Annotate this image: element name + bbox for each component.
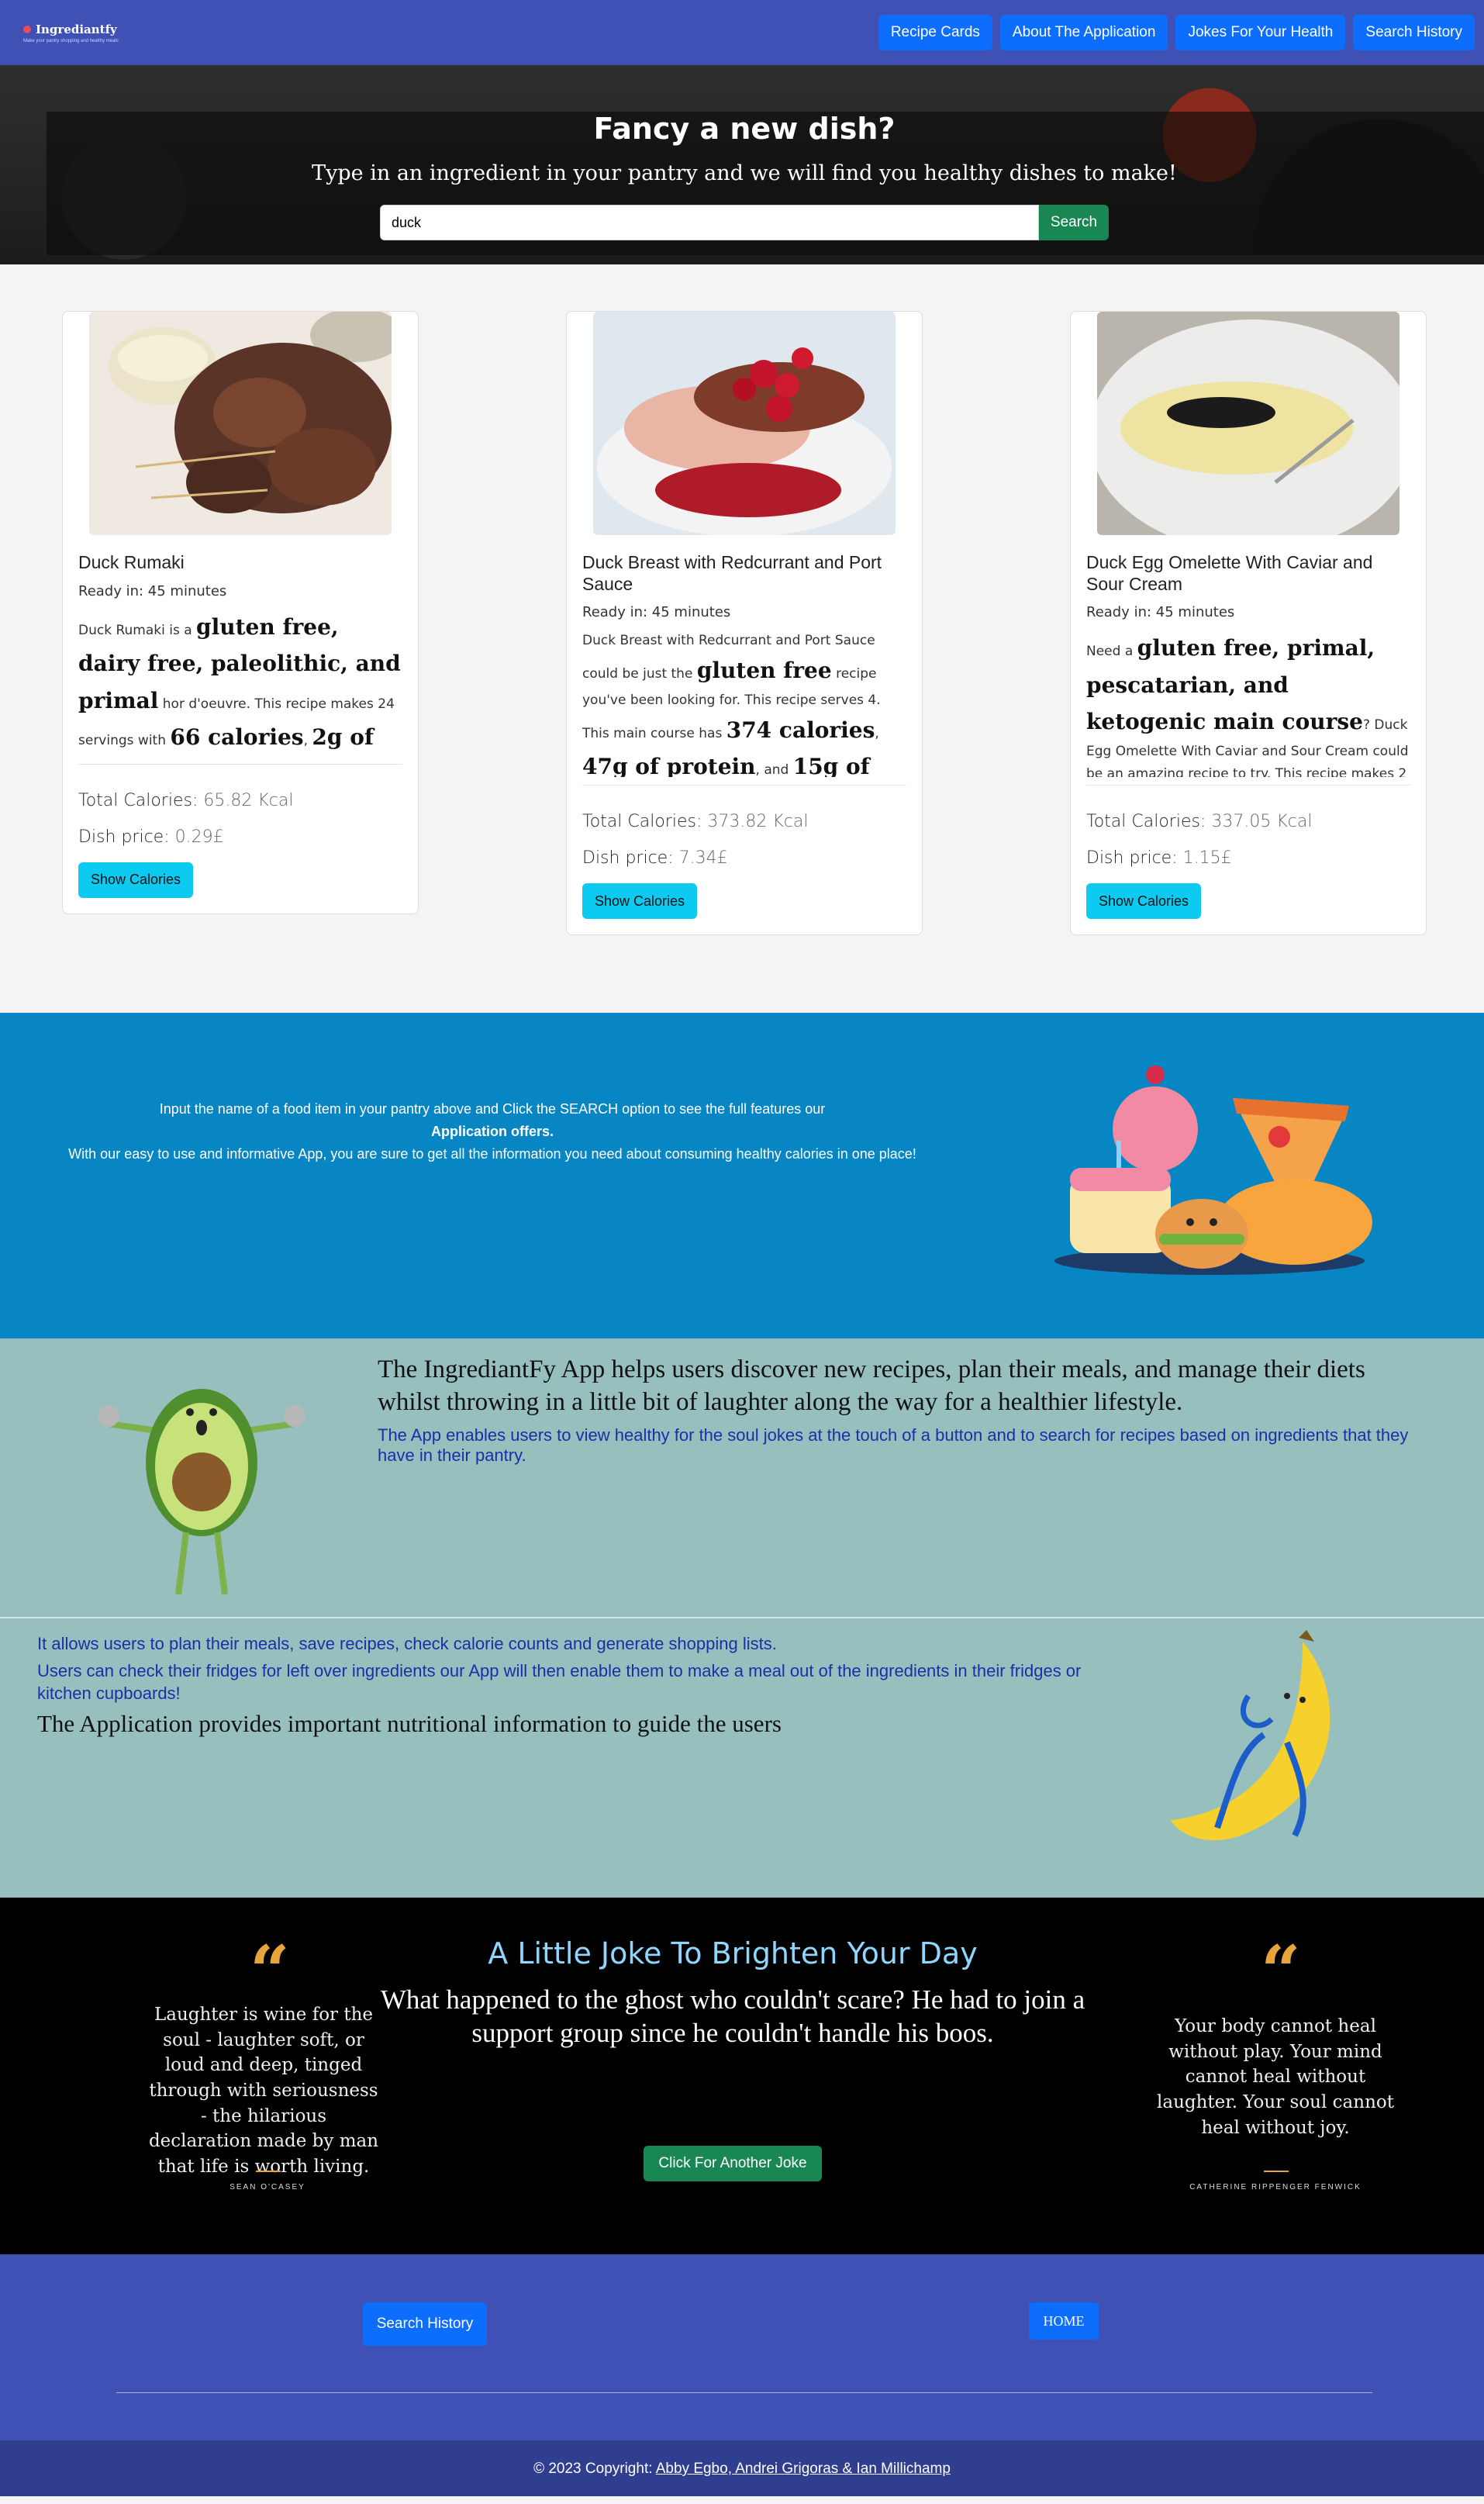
- summary-text: ,: [875, 725, 879, 741]
- joke-text: What happened to the ghost who couldn't …: [380, 1984, 1085, 2049]
- info-banner: Input the name of a food item in your pa…: [0, 1013, 1484, 1338]
- recipe-cards-section: Duck Rumaki Ready in: 45 minutes Duck Ru…: [0, 264, 1484, 1013]
- brand-icon: [23, 25, 31, 33]
- feature-nutrition: The Application provides important nutri…: [37, 1710, 782, 1737]
- recipe-summary: Duck Breast with Redcurrant and Port Sau…: [582, 630, 906, 777]
- nav-recipe-cards-button[interactable]: Recipe Cards: [878, 15, 992, 50]
- recipe-card: Duck Rumaki Ready in: 45 minutes Duck Ru…: [62, 311, 419, 914]
- total-calories-label: Total Calories:: [78, 790, 198, 810]
- dish-price-label: Dish price:: [582, 848, 674, 869]
- summary-text: , and: [755, 762, 793, 778]
- brand-name: Ingrediantfy: [36, 22, 117, 36]
- dish-price: Dish price: 7.34£: [582, 848, 906, 868]
- hero-banner: Fancy a new dish? Type in an ingredient …: [0, 65, 1484, 264]
- dish-price-label: Dish price:: [1086, 848, 1178, 869]
- right-quote-icon: “: [1261, 1930, 1301, 2012]
- show-calories-button[interactable]: Show Calories: [1086, 883, 1202, 920]
- total-calories: Total Calories: 337.05 Kcal: [1086, 812, 1410, 831]
- dish-price: Dish price: 1.15£: [1086, 848, 1410, 868]
- footer-home-button[interactable]: HOME: [1029, 2302, 1099, 2340]
- dish-price-label: Dish price:: [78, 827, 170, 847]
- hero-subtitle: Type in an ingredient in your pantry and…: [312, 161, 1177, 185]
- right-quote-divider: [1264, 2171, 1289, 2172]
- brand-logo[interactable]: Ingrediantfy Make your pantry shopping a…: [23, 22, 119, 43]
- nav-links: Recipe Cards About The Application Jokes…: [878, 15, 1475, 50]
- about-sub-text: The App enables users to view healthy fo…: [378, 1425, 1409, 1466]
- recipe-title: Duck Rumaki: [78, 552, 185, 572]
- summary-text: Need a: [1086, 644, 1137, 660]
- recipe-card: Duck Egg Omelette With Caviar and Sour C…: [1070, 311, 1427, 936]
- recipe-image: [593, 312, 896, 535]
- left-quote-text: Laughter is wine for the soul - laughter…: [148, 2005, 379, 2177]
- recipe-title: Duck Egg Omelette With Caviar and Sour C…: [1086, 552, 1373, 594]
- total-calories: Total Calories: 65.82 Kcal: [78, 791, 402, 810]
- info-line1: Input the name of a food item in your pa…: [159, 1101, 826, 1117]
- brand-tagline: Make your pantry shopping and healthy me…: [23, 38, 119, 43]
- show-calories-button[interactable]: Show Calories: [78, 862, 194, 898]
- copyright-text: © 2023 Copyright:: [533, 2461, 656, 2477]
- right-quote-text: Your body cannot heal without play. Your…: [1157, 2016, 1394, 2138]
- recipe-ready-time: Ready in: 45 minutes: [582, 604, 731, 621]
- nav-jokes-button[interactable]: Jokes For Your Health: [1175, 15, 1346, 50]
- info-line2: With our easy to use and informative App…: [68, 1145, 916, 1162]
- copyright-bar: © 2023 Copyright: Abby Egbo, Andrei Grig…: [0, 2440, 1484, 2496]
- left-quote-divider: [256, 2171, 281, 2172]
- search-button[interactable]: Search: [1039, 205, 1109, 240]
- total-calories-value: 65.82 Kcal: [203, 790, 294, 810]
- feature-leftovers: Users can check their fridges for left o…: [37, 1661, 1082, 1703]
- summary-highlight: 374 calories: [726, 717, 875, 743]
- footer-search-history-button[interactable]: Search History: [363, 2302, 487, 2346]
- recipe-image: [89, 312, 392, 535]
- total-calories: Total Calories: 373.82 Kcal: [582, 812, 906, 831]
- right-quote-author: CATHERINE RIPPENGER FENWICK: [1189, 2183, 1361, 2191]
- features-section: It allows users to plan their meals, sav…: [0, 1618, 1484, 1898]
- top-navbar: Ingrediantfy Make your pantry shopping a…: [0, 0, 1484, 65]
- total-calories-value: 337.05 Kcal: [1211, 812, 1313, 832]
- joke-section: “ Laughter is wine for the soul - laught…: [0, 1898, 1484, 2254]
- about-main-text: The IngrediantFy App helps users discove…: [378, 1356, 1365, 1416]
- dish-price-value: 1.15£: [1182, 848, 1232, 869]
- info-line1-bold: Application offers.: [430, 1123, 554, 1139]
- avocado-illustration: [98, 1389, 305, 1595]
- copyright-authors-link[interactable]: Abby Egbo, Andrei Grigoras & Ian Millich…: [656, 2461, 951, 2477]
- about-section: The IngrediantFy App helps users discove…: [0, 1338, 1484, 1618]
- banana-illustration: [1171, 1630, 1330, 1841]
- feature-plan-meals: It allows users to plan their meals, sav…: [37, 1634, 777, 1653]
- recipe-card: Duck Breast with Redcurrant and Port Sau…: [566, 311, 923, 936]
- summary-text: ,: [303, 733, 312, 749]
- recipe-ready-time: Ready in: 45 minutes: [78, 582, 227, 599]
- joke-title: A Little Joke To Brighten Your Day: [488, 1936, 978, 1970]
- dish-price: Dish price: 0.29£: [78, 827, 402, 847]
- summary-highlight: 66 calories: [170, 724, 304, 751]
- total-calories-value: 373.82 Kcal: [707, 812, 809, 832]
- search-bar: Search: [380, 205, 1109, 240]
- recipe-summary: Need a gluten free, primal, pescatarian,…: [1086, 630, 1410, 777]
- dish-price-value: 0.29£: [174, 827, 224, 847]
- card-divider: [78, 763, 402, 765]
- recipe-summary: Duck Rumaki is a gluten free, dairy free…: [78, 609, 402, 756]
- summary-text: Duck Rumaki is a: [78, 622, 197, 638]
- recipe-image: [1097, 312, 1399, 535]
- footer: Search History HOME: [0, 2254, 1484, 2440]
- nav-about-button[interactable]: About The Application: [999, 15, 1168, 50]
- recipe-title: Duck Breast with Redcurrant and Port Sau…: [582, 552, 882, 594]
- info-text: Input the name of a food item in your pa…: [23, 1098, 961, 1165]
- food-characters-illustration: [1054, 1065, 1372, 1275]
- search-input[interactable]: [380, 205, 1039, 240]
- show-calories-button[interactable]: Show Calories: [582, 883, 698, 920]
- card-divider: [1086, 785, 1410, 786]
- another-joke-button[interactable]: Click For Another Joke: [644, 2146, 822, 2181]
- total-calories-label: Total Calories:: [1086, 812, 1206, 832]
- recipe-ready-time: Ready in: 45 minutes: [1086, 604, 1235, 621]
- nav-search-history-button[interactable]: Search History: [1353, 15, 1475, 50]
- dish-price-value: 7.34£: [678, 848, 728, 869]
- summary-highlight: 47g of protein: [582, 754, 756, 778]
- footer-divider: [116, 2392, 1372, 2393]
- summary-highlight: gluten free: [696, 658, 832, 684]
- card-divider: [582, 785, 906, 786]
- left-quote-author: SEAN O'CASEY: [230, 2183, 305, 2191]
- hero-title: Fancy a new dish?: [593, 112, 896, 146]
- total-calories-label: Total Calories:: [582, 812, 702, 832]
